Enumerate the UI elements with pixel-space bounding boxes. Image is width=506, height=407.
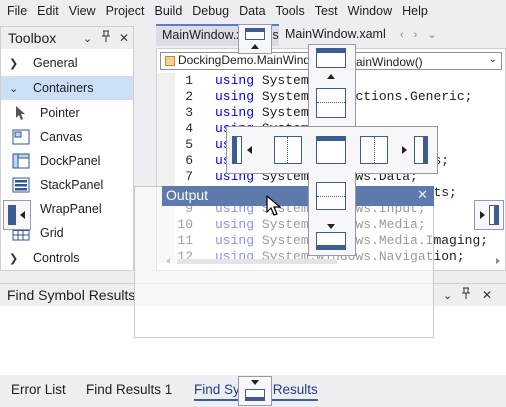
toolbox-item-label: WrapPanel (40, 202, 102, 216)
toolbox-item-label: Canvas (40, 130, 83, 144)
toolbox-panel: Toolbox ⌄ ✕ ❯ General ⌄ Containers Point… (0, 26, 134, 271)
document-tab-strip: MainWindow.xaml.cs MainWindow.xaml ‹›⌄ (156, 24, 506, 46)
code-keyword: using (215, 73, 255, 88)
menu-build[interactable]: Build (149, 0, 187, 22)
arrow-left-icon (20, 211, 25, 219)
line-number: 3 (185, 105, 193, 120)
chevron-down-icon: ⌄ (9, 82, 19, 95)
dock-guide-bottom[interactable] (238, 376, 272, 406)
tab-error-list[interactable]: Error List (11, 382, 66, 397)
dock-bottom-outer-icon[interactable] (316, 232, 346, 250)
dock-right-outer-icon[interactable] (414, 136, 428, 164)
line-number: 5 (185, 137, 193, 152)
class-icon (165, 56, 175, 66)
output-window-title: Output (166, 187, 209, 203)
dock-bottom-icon (245, 389, 265, 401)
toolbox-item-label: StackPanel (40, 178, 104, 192)
pin-icon[interactable] (101, 30, 111, 45)
arrow-down-icon (327, 224, 335, 229)
mouse-cursor-icon (266, 194, 282, 217)
toolbox-group-controls[interactable]: ❯ Controls (1, 246, 133, 270)
arrow-up-icon (327, 74, 335, 79)
toolbox-group-label: Containers (33, 81, 94, 95)
menu-file[interactable]: File (2, 0, 32, 22)
stackpanel-icon (11, 176, 31, 194)
line-number: 7 (185, 169, 193, 184)
toolbox-item-pointer[interactable]: Pointer (1, 101, 133, 125)
dock-left-icon (8, 205, 16, 225)
menu-help[interactable]: Help (397, 0, 433, 22)
arrow-right-icon (480, 211, 485, 219)
code-line[interactable]: using System; (215, 73, 316, 88)
pin-icon[interactable] (461, 287, 471, 302)
toolbox-group-label: General (33, 56, 78, 70)
toolbox-item-label: Pointer (40, 106, 80, 120)
toolbox-item-stackpanel[interactable]: StackPanel (1, 173, 133, 197)
arrow-left-icon (247, 146, 252, 154)
toolbox-title: Toolbox (8, 30, 57, 46)
code-namespace: System.Collections.Generic; (261, 89, 473, 104)
menu-test[interactable]: Test (310, 0, 343, 22)
menu-edit[interactable]: Edit (32, 0, 64, 22)
line-number: 4 (185, 121, 193, 136)
tab-mainwindow-xaml[interactable]: MainWindow.xaml (285, 27, 386, 41)
toolbox-item-label: DockPanel (40, 154, 101, 168)
pointer-icon (11, 104, 31, 122)
code-keyword: using (215, 105, 255, 120)
dock-guide-left[interactable] (3, 200, 31, 230)
toolbox-header: Toolbox ⌄ ✕ (1, 27, 133, 49)
chevron-right-icon: ❯ (9, 57, 19, 70)
toolbox-group-label: Controls (33, 251, 80, 265)
dockpanel-icon (11, 152, 31, 170)
dock-center-icon[interactable] (316, 136, 346, 164)
dock-top-inner-icon[interactable] (316, 88, 346, 118)
close-icon[interactable]: ✕ (417, 187, 428, 203)
line-number: 1 (185, 73, 193, 88)
dock-guide-right[interactable] (474, 200, 504, 230)
chevron-right-icon: ❯ (9, 252, 19, 265)
dock-bottom-inner-icon[interactable] (316, 182, 346, 210)
close-icon[interactable]: ✕ (119, 31, 129, 45)
dock-top-icon (245, 28, 265, 40)
toolbox-group-containers[interactable]: ⌄ Containers (1, 76, 133, 100)
arrow-down-icon (251, 380, 259, 385)
chevron-down-icon[interactable]: ⌄ (443, 289, 452, 302)
dock-right-icon (489, 205, 499, 225)
tab-find-results-1[interactable]: Find Results 1 (86, 382, 172, 397)
arrow-up-icon (251, 44, 259, 49)
toolbox-item-dockpanel[interactable]: DockPanel (1, 149, 133, 173)
menu-bar: File Edit View Project Build Debug Data … (0, 0, 506, 22)
dock-left-outer-icon[interactable] (232, 136, 242, 164)
toolbox-group-general[interactable]: ❯ General (1, 51, 133, 75)
close-icon[interactable]: ✕ (482, 288, 492, 302)
dock-top-outer-icon[interactable] (316, 48, 346, 68)
chevron-down-icon[interactable]: ⌄ (83, 32, 92, 45)
dock-left-inner-icon[interactable] (274, 136, 302, 164)
output-window-frame[interactable] (134, 186, 434, 338)
menu-data[interactable]: Data (234, 0, 270, 22)
toolbox-item-canvas[interactable]: Canvas (1, 125, 133, 149)
arrow-right-icon (402, 146, 407, 154)
output-window-titlebar[interactable]: Output ✕ (162, 186, 434, 206)
canvas-icon (11, 128, 31, 146)
line-number: 6 (185, 153, 193, 168)
menu-view[interactable]: View (64, 0, 101, 22)
code-keyword: using (215, 89, 255, 104)
menu-project[interactable]: Project (101, 0, 150, 22)
chevron-down-icon[interactable]: ⌄ (489, 54, 497, 65)
menu-debug[interactable]: Debug (187, 0, 234, 22)
line-number: 2 (185, 89, 193, 104)
menu-tools[interactable]: Tools (271, 0, 310, 22)
toolbox-item-label: Grid (40, 226, 64, 240)
dock-guide-top[interactable] (238, 24, 272, 54)
tab-navigation-arrows[interactable]: ‹›⌄ (400, 28, 447, 41)
dock-right-inner-icon[interactable] (360, 136, 388, 164)
find-panel-title: Find Symbol Results (7, 287, 136, 303)
menu-window[interactable]: Window (343, 0, 397, 22)
nav-class-name: DockingDemo.MainWindow (178, 53, 326, 67)
nav-member-name[interactable]: MainWindow() (346, 55, 423, 69)
